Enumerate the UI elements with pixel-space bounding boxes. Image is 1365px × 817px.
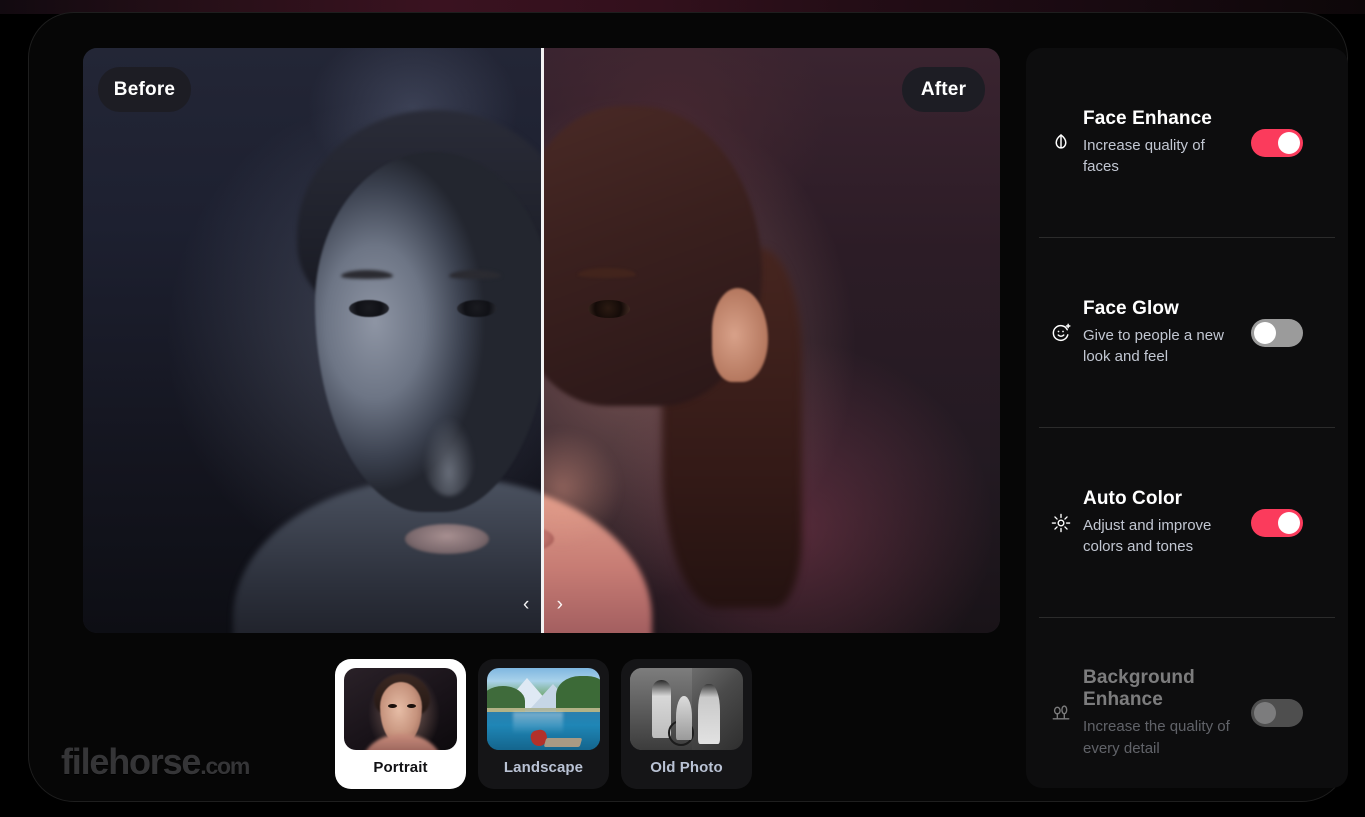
toggle-knob [1278, 131, 1300, 154]
thumbnail-label: Landscape [503, 759, 584, 776]
option-text: Background Enhance Increase the quality … [1083, 667, 1251, 759]
thumbnail-label: Old Photo [650, 759, 723, 776]
toggle-face-enhance[interactable] [1251, 128, 1303, 157]
option-text: Face Enhance Increase quality of faces [1083, 108, 1251, 178]
option-face-enhance[interactable]: Face Enhance Increase quality of faces [1039, 48, 1335, 238]
before-image [83, 48, 542, 633]
chevron-right-icon[interactable]: › [557, 595, 563, 614]
before-after-preview[interactable]: ‹ › Before After [83, 48, 1000, 633]
app-window: ‹ › Before After filehorse.com Portrait … [0, 0, 1365, 817]
option-description: Increase the quality of every detail [1083, 718, 1230, 757]
thumbnail-landscape[interactable]: Landscape [478, 659, 609, 789]
option-title: Auto Color [1083, 487, 1183, 509]
option-face-glow[interactable]: Face Glow Give to people a new look and … [1039, 238, 1335, 428]
thumbnail-label: Portrait [373, 759, 428, 776]
option-description: Give to people a new look and feel [1083, 326, 1224, 366]
face-enhance-icon [1039, 132, 1083, 154]
thumbnail-portrait[interactable]: Portrait [335, 659, 466, 789]
option-title: Background Enhance [1083, 667, 1195, 711]
old-photo-thumbnail-icon [630, 668, 743, 750]
option-title: Face Glow [1083, 297, 1179, 319]
option-text: Face Glow Give to people a new look and … [1083, 298, 1251, 368]
option-text: Auto Color Adjust and improve colors and… [1083, 488, 1251, 558]
background-enhance-icon [1039, 702, 1083, 724]
thumbnail-old-photo[interactable]: Old Photo [621, 659, 752, 789]
comparison-slider-handle[interactable]: ‹ › [523, 589, 563, 619]
before-badge: Before [98, 67, 191, 112]
toggle-background-enhance[interactable] [1251, 699, 1303, 727]
auto-color-icon [1039, 512, 1083, 534]
option-auto-color[interactable]: Auto Color Adjust and improve colors and… [1039, 428, 1335, 618]
portrait-thumbnail-icon [344, 668, 457, 750]
watermark-tld: .com [200, 753, 250, 779]
after-badge: After [902, 67, 985, 112]
toggle-face-glow[interactable] [1251, 318, 1303, 347]
after-image [542, 48, 1000, 633]
option-background-enhance[interactable]: Background Enhance Increase the quality … [1039, 618, 1335, 808]
enhancement-options-panel: Face Enhance Increase quality of faces F… [1026, 48, 1348, 788]
sample-image-picker: Portrait Landscape Old Photo [335, 659, 752, 789]
toggle-auto-color[interactable] [1251, 508, 1303, 537]
toggle-knob [1254, 702, 1276, 724]
option-description: Increase quality of faces [1083, 136, 1205, 176]
toggle-knob [1254, 321, 1276, 344]
app-frame: ‹ › Before After filehorse.com Portrait … [28, 12, 1348, 802]
watermark-name: filehorse [61, 741, 201, 782]
toggle-knob [1278, 511, 1300, 534]
face-glow-icon [1039, 322, 1083, 344]
landscape-thumbnail-icon [487, 668, 600, 750]
comparison-split-line [541, 48, 544, 633]
option-description: Adjust and improve colors and tones [1083, 516, 1212, 556]
filehorse-watermark: filehorse.com [61, 741, 250, 783]
chevron-left-icon[interactable]: ‹ [523, 595, 529, 614]
option-title: Face Enhance [1083, 107, 1212, 129]
